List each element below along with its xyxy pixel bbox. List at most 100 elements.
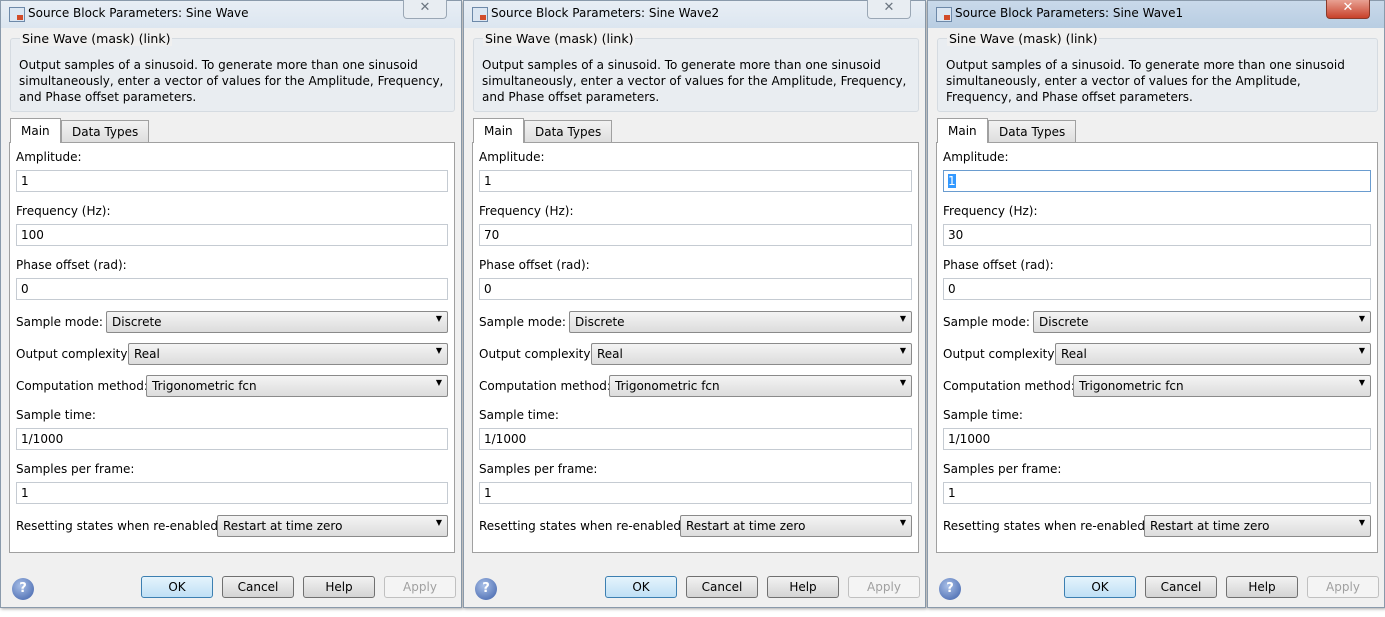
amplitude-value: 1 [484,174,492,188]
resetting-states-select[interactable]: Restart at time zero ▼ [680,515,912,537]
output-complexity-label: Output complexity: [16,347,131,361]
sample-mode-label: Sample mode: [943,315,1030,329]
computation-method-value: Trigonometric fcn [615,379,720,393]
close-icon[interactable]: ✕ [867,0,911,19]
sample-mode-select[interactable]: Discrete ▼ [1033,311,1371,333]
sample-time-input[interactable]: 1/1000 [16,428,448,450]
phase-offset-input[interactable]: 0 [943,278,1371,300]
sample-mode-select[interactable]: Discrete ▼ [569,311,912,333]
mask-description-group: Sine Wave (mask) (link) Output samples o… [937,31,1378,112]
output-complexity-select[interactable]: Real ▼ [1055,343,1371,365]
main-tab-panel: Amplitude: 1 Frequency (Hz): 70 Phase of… [472,142,919,553]
mask-description-group: Sine Wave (mask) (link) Output samples o… [473,31,919,112]
block-parameters-dialog: Source Block Parameters: Sine Wave ✕ Sin… [0,0,462,608]
resetting-states-value: Restart at time zero [1150,519,1270,533]
ok-button[interactable]: OK [605,576,677,598]
chevron-down-icon: ▼ [435,518,442,527]
output-complexity-value: Real [134,347,160,361]
sample-mode-label: Sample mode: [479,315,566,329]
help-icon[interactable]: ? [939,578,961,600]
phase-offset-label: Phase offset (rad): [16,258,127,272]
tab-main[interactable]: Main [10,118,61,143]
close-icon[interactable]: ✕ [403,0,447,19]
cancel-button[interactable]: Cancel [1145,576,1217,598]
title-bar[interactable]: Source Block Parameters: Sine Wave1 ✕ [928,0,1384,28]
resetting-states-select[interactable]: Restart at time zero ▼ [217,515,448,537]
resetting-states-value: Restart at time zero [686,519,806,533]
apply-button[interactable]: Apply [384,576,456,598]
computation-method-select[interactable]: Trigonometric fcn ▼ [146,375,448,397]
group-label: Sine Wave (mask) (link) [947,31,1100,46]
sample-mode-select[interactable]: Discrete ▼ [106,311,448,333]
chevron-down-icon: ▼ [899,346,906,355]
simulink-block-icon [936,7,952,22]
help-icon[interactable]: ? [12,578,34,600]
amplitude-label: Amplitude: [479,150,545,164]
output-complexity-value: Real [1061,347,1087,361]
resetting-states-label: Resetting states when re-enabled: [479,519,686,533]
sample-time-label: Sample time: [479,408,559,422]
cancel-button[interactable]: Cancel [686,576,758,598]
samples-per-frame-input[interactable]: 1 [479,482,912,504]
block-description: Output samples of a sinusoid. To generat… [19,58,444,104]
amplitude-input[interactable]: 1 [479,170,912,192]
cancel-button[interactable]: Cancel [222,576,294,598]
sample-time-input[interactable]: 1/1000 [943,428,1371,450]
ok-button[interactable]: OK [1064,576,1136,598]
resetting-states-label: Resetting states when re-enabled: [943,519,1150,533]
help-button[interactable]: Help [303,576,375,598]
title-bar[interactable]: Source Block Parameters: Sine Wave2 ✕ [464,0,925,28]
main-tab-panel: Amplitude: 1 Frequency (Hz): 100 Phase o… [9,142,455,553]
sample-time-label: Sample time: [16,408,96,422]
tab-data-types[interactable]: Data Types [988,120,1077,142]
tab-main[interactable]: Main [937,118,988,143]
computation-method-select[interactable]: Trigonometric fcn ▼ [1073,375,1371,397]
main-tab-panel: Amplitude: 1 Frequency (Hz): 30 Phase of… [936,142,1378,553]
output-complexity-select[interactable]: Real ▼ [128,343,448,365]
frequency-input[interactable]: 100 [16,224,448,246]
amplitude-input[interactable]: 1 [16,170,448,192]
ok-button[interactable]: OK [141,576,213,598]
samples-per-frame-label: Samples per frame: [479,462,598,476]
chevron-down-icon: ▼ [899,378,906,387]
sample-time-input[interactable]: 1/1000 [479,428,912,450]
output-complexity-label: Output complexity: [479,347,594,361]
sample-mode-label: Sample mode: [16,315,103,329]
chevron-down-icon: ▼ [899,518,906,527]
frequency-input[interactable]: 70 [479,224,912,246]
phase-offset-input[interactable]: 0 [16,278,448,300]
apply-button[interactable]: Apply [848,576,920,598]
tab-main[interactable]: Main [473,118,524,143]
computation-method-select[interactable]: Trigonometric fcn ▼ [609,375,912,397]
resetting-states-label: Resetting states when re-enabled: [16,519,223,533]
output-complexity-value: Real [597,347,623,361]
close-icon[interactable]: ✕ [1326,0,1370,19]
output-complexity-select[interactable]: Real ▼ [591,343,912,365]
computation-method-label: Computation method: [943,379,1075,393]
help-button[interactable]: Help [767,576,839,598]
simulink-block-icon [472,7,488,22]
samples-per-frame-input[interactable]: 1 [16,482,448,504]
amplitude-input[interactable]: 1 [943,170,1371,192]
chevron-down-icon: ▼ [899,314,906,323]
phase-offset-label: Phase offset (rad): [479,258,590,272]
tab-data-types[interactable]: Data Types [61,120,150,142]
title-bar[interactable]: Source Block Parameters: Sine Wave ✕ [1,0,461,28]
computation-method-value: Trigonometric fcn [1079,379,1184,393]
apply-button[interactable]: Apply [1307,576,1379,598]
resetting-states-select[interactable]: Restart at time zero ▼ [1144,515,1371,537]
help-icon[interactable]: ? [475,578,497,600]
amplitude-label: Amplitude: [16,150,82,164]
samples-per-frame-input[interactable]: 1 [943,482,1371,504]
dialog-title: Source Block Parameters: Sine Wave1 [955,6,1184,20]
chevron-down-icon: ▼ [1358,378,1365,387]
sample-time-label: Sample time: [943,408,1023,422]
frequency-input[interactable]: 30 [943,224,1371,246]
sample-mode-value: Discrete [575,315,625,329]
help-button[interactable]: Help [1226,576,1298,598]
tab-data-types[interactable]: Data Types [524,120,613,142]
chevron-down-icon: ▼ [1358,346,1365,355]
amplitude-value: 1 [948,174,956,188]
phase-offset-input[interactable]: 0 [479,278,912,300]
frequency-label: Frequency (Hz): [479,204,574,218]
